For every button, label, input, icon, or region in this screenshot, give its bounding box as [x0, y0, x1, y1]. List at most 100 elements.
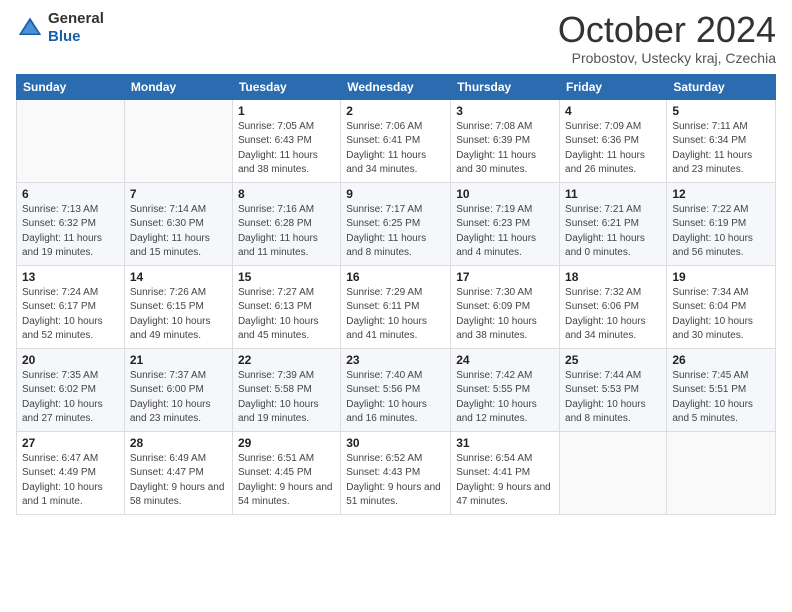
- day-info: Sunrise: 7:40 AM Sunset: 5:56 PM Dayligh…: [346, 369, 445, 427]
- calendar-cell: 13 Sunrise: 7:24 AM Sunset: 6:17 PM Dayli…: [17, 265, 125, 348]
- day-number: 23: [346, 353, 445, 367]
- page-header: General Blue October 2024 Probostov, Ust…: [16, 10, 776, 66]
- day-number: 28: [130, 436, 227, 450]
- day-number: 30: [346, 436, 445, 450]
- calendar-cell: [667, 431, 776, 514]
- calendar-week-row: 20Sunrise: 7:35 AM Sunset: 6:02 PM Dayli…: [17, 348, 776, 431]
- calendar-cell: 26Sunrise: 7:45 AM Sunset: 5:51 PM Dayli…: [667, 348, 776, 431]
- calendar-cell: 17 Sunrise: 7:30 AM Sunset: 6:09 PM Dayli…: [451, 265, 560, 348]
- calendar-cell: 5 Sunrise: 7:11 AM Sunset: 6:34 PM Daylig…: [667, 99, 776, 182]
- day-number: 24: [456, 353, 554, 367]
- calendar-week-row: 1Sunrise: 7:05 AM Sunset: 6:43 PM Daylig…: [17, 99, 776, 182]
- day-info: Sunrise: 7:24 AM Sunset: 6:17 PM Dayligh…: [22, 286, 119, 344]
- calendar-cell: [17, 99, 125, 182]
- day-number: 11: [565, 187, 661, 201]
- day-info: Sunrise: 7:29 AM Sunset: 6:11 PM Dayligh…: [346, 286, 445, 344]
- day-number: 16: [346, 270, 445, 284]
- month-title: October 2024: [558, 10, 776, 50]
- day-number: 15: [238, 270, 335, 284]
- calendar-cell: [560, 431, 667, 514]
- day-number: 14: [130, 270, 227, 284]
- day-number: 18: [565, 270, 661, 284]
- weekday-header: Thursday: [451, 74, 560, 99]
- calendar-cell: [124, 99, 232, 182]
- day-info: Sunrise: 7:22 AM Sunset: 6:19 PM Dayligh…: [672, 203, 770, 261]
- calendar-cell: 21 Sunrise: 7:37 AM Sunset: 6:00 PM Dayli…: [124, 348, 232, 431]
- day-info: Sunrise: 7:27 AM Sunset: 6:13 PM Dayligh…: [238, 286, 335, 344]
- calendar-cell: 4 Sunrise: 7:09 AM Sunset: 6:36 PM Daylig…: [560, 99, 667, 182]
- day-info: Sunrise: 7:44 AM Sunset: 5:53 PM Dayligh…: [565, 369, 661, 427]
- day-info: Sunrise: 7:19 AM Sunset: 6:23 PM Dayligh…: [456, 203, 554, 261]
- day-info: Sunrise: 7:30 AM Sunset: 6:09 PM Dayligh…: [456, 286, 554, 344]
- day-info: Sunrise: 7:42 AM Sunset: 5:55 PM Dayligh…: [456, 369, 554, 427]
- calendar-cell: 27Sunrise: 6:47 AM Sunset: 4:49 PM Dayli…: [17, 431, 125, 514]
- day-info: Sunrise: 7:32 AM Sunset: 6:06 PM Dayligh…: [565, 286, 661, 344]
- weekday-header: Sunday: [17, 74, 125, 99]
- logo-icon: [16, 14, 44, 42]
- day-number: 19: [672, 270, 770, 284]
- day-info: Sunrise: 7:37 AM Sunset: 6:00 PM Dayligh…: [130, 369, 227, 427]
- weekday-header: Friday: [560, 74, 667, 99]
- day-info: Sunrise: 6:47 AM Sunset: 4:49 PM Dayligh…: [22, 452, 119, 510]
- calendar-cell: 19 Sunrise: 7:34 AM Sunset: 6:04 PM Dayli…: [667, 265, 776, 348]
- calendar-week-row: 27Sunrise: 6:47 AM Sunset: 4:49 PM Dayli…: [17, 431, 776, 514]
- day-info: Sunrise: 7:45 AM Sunset: 5:51 PM Dayligh…: [672, 369, 770, 427]
- weekday-header: Saturday: [667, 74, 776, 99]
- calendar-cell: 12 Sunrise: 7:22 AM Sunset: 6:19 PM Dayli…: [667, 182, 776, 265]
- day-number: 3: [456, 104, 554, 118]
- calendar-week-row: 6 Sunrise: 7:13 AM Sunset: 6:32 PM Daylig…: [17, 182, 776, 265]
- day-info: Sunrise: 7:08 AM Sunset: 6:39 PM Dayligh…: [456, 120, 554, 178]
- weekday-header: Wednesday: [341, 74, 451, 99]
- day-number: 13: [22, 270, 119, 284]
- logo: General Blue: [16, 10, 104, 46]
- day-number: 21: [130, 353, 227, 367]
- day-info: Sunrise: 7:13 AM Sunset: 6:32 PM Dayligh…: [22, 203, 119, 261]
- day-info: Sunrise: 7:39 AM Sunset: 5:58 PM Dayligh…: [238, 369, 335, 427]
- day-info: Sunrise: 6:52 AM Sunset: 4:43 PM Dayligh…: [346, 452, 445, 510]
- day-number: 7: [130, 187, 227, 201]
- day-number: 31: [456, 436, 554, 450]
- day-info: Sunrise: 7:06 AM Sunset: 6:41 PM Dayligh…: [346, 120, 445, 178]
- day-number: 25: [565, 353, 661, 367]
- day-info: Sunrise: 6:49 AM Sunset: 4:47 PM Dayligh…: [130, 452, 227, 510]
- calendar-table: SundayMondayTuesdayWednesdayThursdayFrid…: [16, 74, 776, 515]
- calendar-cell: 16 Sunrise: 7:29 AM Sunset: 6:11 PM Dayli…: [341, 265, 451, 348]
- calendar-cell: 6 Sunrise: 7:13 AM Sunset: 6:32 PM Daylig…: [17, 182, 125, 265]
- day-info: Sunrise: 7:05 AM Sunset: 6:43 PM Dayligh…: [238, 120, 335, 178]
- calendar-cell: 7Sunrise: 7:14 AM Sunset: 6:30 PM Daylig…: [124, 182, 232, 265]
- calendar-cell: 25 Sunrise: 7:44 AM Sunset: 5:53 PM Dayli…: [560, 348, 667, 431]
- calendar-cell: 2Sunrise: 7:06 AM Sunset: 6:41 PM Daylig…: [341, 99, 451, 182]
- day-info: Sunrise: 7:16 AM Sunset: 6:28 PM Dayligh…: [238, 203, 335, 261]
- day-number: 12: [672, 187, 770, 201]
- day-number: 5: [672, 104, 770, 118]
- calendar-week-row: 13 Sunrise: 7:24 AM Sunset: 6:17 PM Dayli…: [17, 265, 776, 348]
- calendar-cell: 24 Sunrise: 7:42 AM Sunset: 5:55 PM Dayli…: [451, 348, 560, 431]
- day-number: 9: [346, 187, 445, 201]
- calendar-cell: 20Sunrise: 7:35 AM Sunset: 6:02 PM Dayli…: [17, 348, 125, 431]
- weekday-header: Tuesday: [232, 74, 340, 99]
- location-subtitle: Probostov, Ustecky kraj, Czechia: [558, 50, 776, 66]
- day-number: 10: [456, 187, 554, 201]
- day-number: 17: [456, 270, 554, 284]
- day-info: Sunrise: 7:17 AM Sunset: 6:25 PM Dayligh…: [346, 203, 445, 261]
- calendar-cell: 9 Sunrise: 7:17 AM Sunset: 6:25 PM Daylig…: [341, 182, 451, 265]
- day-info: Sunrise: 7:34 AM Sunset: 6:04 PM Dayligh…: [672, 286, 770, 344]
- day-info: Sunrise: 7:09 AM Sunset: 6:36 PM Dayligh…: [565, 120, 661, 178]
- calendar-cell: 31Sunrise: 6:54 AM Sunset: 4:41 PM Dayli…: [451, 431, 560, 514]
- calendar-cell: 1Sunrise: 7:05 AM Sunset: 6:43 PM Daylig…: [232, 99, 340, 182]
- day-number: 22: [238, 353, 335, 367]
- calendar-cell: 28 Sunrise: 6:49 AM Sunset: 4:47 PM Dayli…: [124, 431, 232, 514]
- title-section: October 2024 Probostov, Ustecky kraj, Cz…: [558, 10, 776, 66]
- calendar-cell: 10 Sunrise: 7:19 AM Sunset: 6:23 PM Dayli…: [451, 182, 560, 265]
- calendar-cell: 30 Sunrise: 6:52 AM Sunset: 4:43 PM Dayli…: [341, 431, 451, 514]
- day-number: 4: [565, 104, 661, 118]
- logo-text: General Blue: [48, 10, 104, 46]
- day-info: Sunrise: 7:26 AM Sunset: 6:15 PM Dayligh…: [130, 286, 227, 344]
- day-info: Sunrise: 7:11 AM Sunset: 6:34 PM Dayligh…: [672, 120, 770, 178]
- day-info: Sunrise: 7:35 AM Sunset: 6:02 PM Dayligh…: [22, 369, 119, 427]
- calendar-cell: 3 Sunrise: 7:08 AM Sunset: 6:39 PM Daylig…: [451, 99, 560, 182]
- calendar-cell: 23 Sunrise: 7:40 AM Sunset: 5:56 PM Dayli…: [341, 348, 451, 431]
- calendar-cell: 15 Sunrise: 7:27 AM Sunset: 6:13 PM Dayli…: [232, 265, 340, 348]
- calendar-cell: 22 Sunrise: 7:39 AM Sunset: 5:58 PM Dayli…: [232, 348, 340, 431]
- day-number: 6: [22, 187, 119, 201]
